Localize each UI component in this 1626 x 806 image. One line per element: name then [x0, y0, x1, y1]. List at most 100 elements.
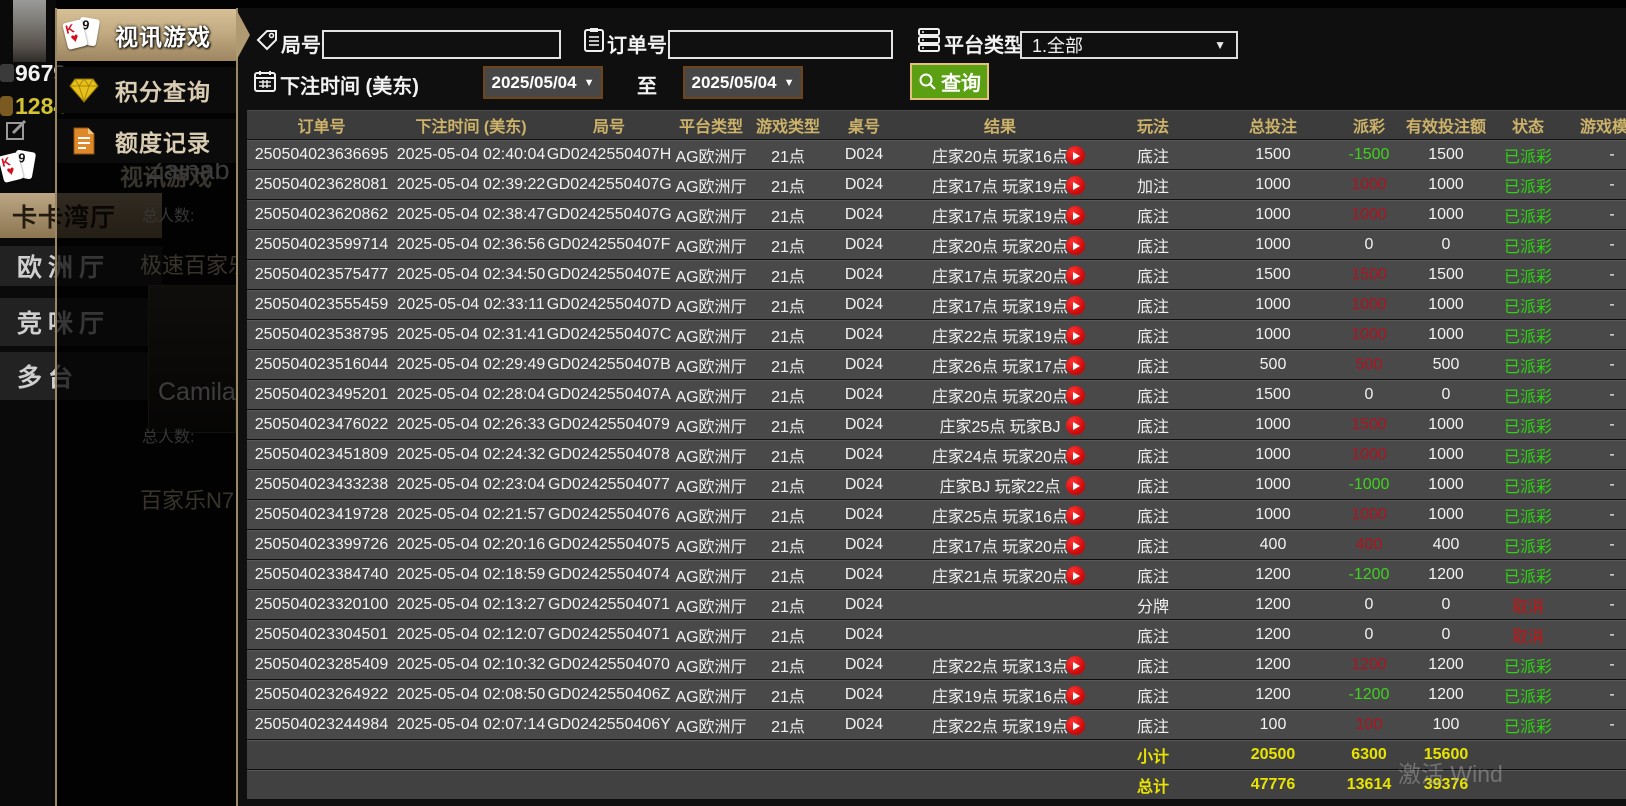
cell-empty: [750, 771, 826, 799]
table-row[interactable]: 250504023516044 2025-05-04 02:29:49 GD0242…: [247, 350, 1626, 379]
cell-platform: AG欧洲厅: [675, 359, 747, 376]
cell-play-type: 底注: [1136, 479, 1169, 496]
cell-play-type: 底注: [1136, 269, 1169, 286]
cell-status: 已派彩: [1503, 509, 1552, 526]
cell-game-mode: -: [1609, 686, 1615, 703]
table-row[interactable]: 250504023575477 2025-05-04 02:34:50 GD0242…: [247, 260, 1626, 289]
table-row[interactable]: 250504023285409 2025-05-04 02:10:32 GD0242…: [247, 650, 1626, 679]
play-video-button[interactable]: [1066, 326, 1085, 345]
table-row[interactable]: 250504023538795 2025-05-04 02:31:41 GD0242…: [247, 320, 1626, 349]
table-row[interactable]: 250504023476022 2025-05-04 02:26:33 GD0242…: [247, 410, 1626, 439]
play-video-button[interactable]: [1066, 716, 1085, 735]
table-row[interactable]: 250504023384740 2025-05-04 02:18:59 GD0242…: [247, 560, 1626, 589]
cell-round: GD02425504071: [548, 626, 670, 643]
play-video-button[interactable]: [1066, 296, 1085, 315]
column-header: 平台类型: [678, 119, 743, 136]
play-video-button[interactable]: [1066, 266, 1085, 285]
play-video-button[interactable]: [1066, 356, 1085, 375]
cell-valid-bet: 1200: [1428, 686, 1464, 703]
result-text: 庄家17点 玩家20点: [931, 539, 1069, 556]
cell-total-bet: 1000: [1255, 326, 1291, 343]
play-video-button[interactable]: [1066, 476, 1085, 495]
cell-time: 2025-05-04 02:07:14: [396, 716, 546, 733]
cell-order: 250504023620862: [254, 206, 389, 223]
table-row[interactable]: 250504023628081 2025-05-04 02:39:22 GD0242…: [247, 170, 1626, 199]
round-number-input[interactable]: [322, 30, 561, 59]
cell-play-type: 底注: [1136, 719, 1169, 736]
table-row[interactable]: 250504023555459 2025-05-04 02:33:11 GD0242…: [247, 290, 1626, 319]
order-number-input[interactable]: [668, 30, 893, 59]
cell-game-type: 21点: [771, 659, 805, 676]
cell-payout: -1000: [1348, 476, 1390, 493]
cell-valid-bet: 400: [1432, 536, 1460, 553]
table-row[interactable]: 250504023433238 2025-05-04 02:23:04 GD0242…: [247, 470, 1626, 499]
cell-game-type: 21点: [771, 599, 805, 616]
play-video-button[interactable]: [1066, 566, 1085, 585]
clipboard-icon: [583, 27, 605, 53]
cell-game-mode: -: [1609, 146, 1615, 163]
date-from-select[interactable]: 2025/05/04 ▼: [483, 66, 603, 99]
table-row[interactable]: 250504023399726 2025-05-04 02:20:16 GD0242…: [247, 530, 1626, 559]
cell-game-mode: -: [1609, 266, 1615, 283]
cell-time: 2025-05-04 02:36:56: [396, 236, 546, 253]
cell-total-bet: 1000: [1255, 446, 1291, 463]
cell-total-bet: 400: [1259, 536, 1287, 553]
play-video-button[interactable]: [1066, 446, 1085, 465]
result-text: 庄家26点 玩家17点: [931, 359, 1069, 376]
play-video-button[interactable]: [1066, 386, 1085, 405]
cell-table: D024: [844, 416, 884, 433]
cell-round: GD02425504074: [548, 566, 670, 583]
cell-round: GD0242550406Y: [547, 716, 671, 733]
table-row[interactable]: 250504023264922 2025-05-04 02:08:50 GD0242…: [247, 680, 1626, 709]
cards-icon: 9 K ♥: [62, 16, 105, 52]
cell-total-bet: 500: [1259, 356, 1287, 373]
play-video-button[interactable]: [1066, 236, 1085, 255]
cell-payout: 100: [1355, 716, 1383, 733]
records-panel: 9 K ♥ 视讯游戏 积分查询 额度记录 局号 订单号 平台类型 1.全部 ▼ …: [0, 0, 1626, 806]
play-video-button[interactable]: [1066, 506, 1085, 525]
table-row[interactable]: 250504023636695 2025-05-04 02:40:04 GD0242…: [247, 140, 1626, 169]
table-row[interactable]: 250504023451809 2025-05-04 02:24:32 GD0242…: [247, 440, 1626, 469]
table-row[interactable]: 250504023244984 2025-05-04 02:07:14 GD0242…: [247, 710, 1626, 739]
platform-type-select[interactable]: 1.全部 ▼: [1020, 31, 1238, 59]
cell-total-bet: 1200: [1255, 686, 1291, 703]
play-video-button[interactable]: [1066, 656, 1085, 675]
play-video-button[interactable]: [1066, 536, 1085, 555]
date-to-select[interactable]: 2025/05/04 ▼: [683, 66, 803, 99]
play-video-button[interactable]: [1066, 206, 1085, 225]
play-video-button[interactable]: [1066, 686, 1085, 705]
cell-result: [902, 591, 1098, 619]
table-row[interactable]: 250504023320100 2025-05-04 02:13:27 GD0242…: [247, 590, 1626, 619]
table-row[interactable]: 250504023495201 2025-05-04 02:28:04 GD0242…: [247, 380, 1626, 409]
search-button[interactable]: 查询: [910, 63, 989, 100]
cell-table: D024: [844, 596, 884, 613]
table-row[interactable]: 250504023304501 2025-05-04 02:12:07 GD0242…: [247, 620, 1626, 649]
result-text: 庄家25点 玩家BJ: [939, 419, 1061, 436]
cell-payout: 0: [1364, 626, 1374, 643]
panel-menu-border: [236, 8, 238, 806]
table-row[interactable]: 250504023419728 2025-05-04 02:21:57 GD0242…: [247, 500, 1626, 529]
cell-platform: AG欧洲厅: [675, 599, 747, 616]
menu-item-quota-records[interactable]: 额度记录: [57, 119, 236, 163]
cell-payout: 1000: [1351, 176, 1387, 193]
cell-valid-bet: 1000: [1428, 476, 1464, 493]
cell-status: 取消: [1511, 629, 1544, 646]
table-row[interactable]: 250504023599714 2025-05-04 02:36:56 GD0242…: [247, 230, 1626, 259]
cell-game-type: 21点: [771, 389, 805, 406]
play-video-button[interactable]: [1066, 176, 1085, 195]
menu-item-points-query[interactable]: 积分查询: [57, 67, 236, 113]
cell-payout: 400: [1355, 536, 1383, 553]
menu-item-video-games[interactable]: 9 K ♥ 视讯游戏: [57, 9, 250, 61]
cell-table: D024: [844, 716, 884, 733]
cell-result: 庄家17点 玩家20点: [902, 261, 1098, 289]
play-video-button[interactable]: [1066, 416, 1085, 435]
play-video-button[interactable]: [1066, 146, 1085, 165]
records-table: 订单号 下注时间 (美东) 局号 平台类型 游戏类型 桌号 结果 玩法 总投注 派彩 有效投注额 状态…: [247, 110, 1626, 800]
cell-order: 250504023476022: [254, 416, 389, 433]
table-row[interactable]: 250504023620862 2025-05-04 02:38:47 GD0242…: [247, 200, 1626, 229]
menu-label: 视讯游戏: [115, 24, 211, 50]
cell-total-bet: 1000: [1255, 206, 1291, 223]
cell-play-type: 底注: [1136, 629, 1169, 646]
cell-status: 已派彩: [1503, 359, 1552, 376]
cell-total-bet: 1200: [1255, 656, 1291, 673]
